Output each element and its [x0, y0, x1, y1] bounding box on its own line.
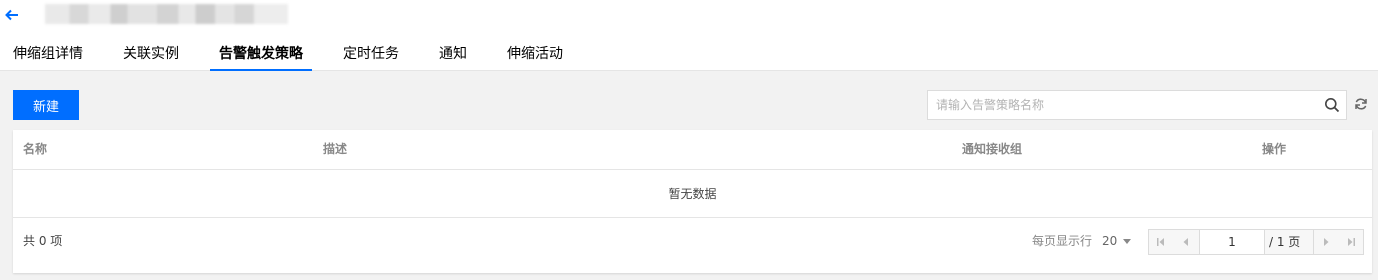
prev-page-button[interactable]: [1174, 230, 1198, 254]
empty-state: 暂无数据: [13, 170, 1372, 218]
tab-scaling-activities[interactable]: 伸缩活动: [507, 41, 563, 70]
next-page-icon: [1324, 238, 1329, 246]
page-header: 伸缩组详情 关联实例 告警触发策略 定时任务 通知 伸缩活动: [0, 0, 1378, 71]
tab-linked-instances[interactable]: 关联实例: [123, 41, 179, 70]
last-page-button[interactable]: [1339, 230, 1363, 254]
chevron-down-icon: [1123, 239, 1132, 244]
table-footer: 共 0 项 每页显示行 20 1 / 1 页: [13, 218, 1372, 273]
policy-table: 名称 描述 通知接收组 操作 暂无数据 共 0 项 每页显示行 20 1 / 1…: [13, 130, 1372, 273]
column-header-name: 名称: [23, 142, 48, 156]
prev-page-icon: [1183, 238, 1188, 246]
back-arrow-icon[interactable]: [3, 6, 21, 24]
first-page-icon: [1157, 238, 1164, 246]
tab-alarm-policies[interactable]: 告警触发策略: [210, 41, 312, 71]
new-policy-button[interactable]: 新建: [13, 90, 79, 120]
search-box: [927, 90, 1347, 120]
first-page-button[interactable]: [1149, 230, 1173, 254]
empty-state-text: 暂无数据: [668, 187, 717, 201]
pagination-control: 1 / 1 页: [1148, 229, 1364, 255]
page-number-input[interactable]: 1: [1199, 230, 1265, 254]
column-header-notify-group: 通知接收组: [962, 142, 1023, 156]
page-title-redacted: [45, 4, 288, 24]
per-page-select[interactable]: 20: [1102, 218, 1132, 265]
column-header-actions: 操作: [1262, 142, 1287, 156]
refresh-icon[interactable]: [1354, 97, 1368, 111]
per-page-value: 20: [1102, 234, 1118, 248]
next-page-button[interactable]: [1314, 230, 1338, 254]
per-page-label: 每页显示行: [1032, 234, 1093, 248]
last-page-icon: [1348, 238, 1355, 246]
tab-scheduled-tasks[interactable]: 定时任务: [343, 41, 399, 70]
search-input[interactable]: [936, 91, 1306, 119]
tab-group-details[interactable]: 伸缩组详情: [13, 41, 83, 70]
search-icon[interactable]: [1324, 97, 1340, 113]
total-count: 共 0 项: [23, 234, 63, 248]
tab-bar: 伸缩组详情 关联实例 告警触发策略 定时任务 通知 伸缩活动: [0, 41, 700, 71]
page-total: / 1 页: [1269, 235, 1301, 249]
table-header: 名称 描述 通知接收组 操作: [13, 130, 1372, 170]
tab-notifications[interactable]: 通知: [439, 41, 467, 70]
column-header-description: 描述: [323, 142, 348, 156]
